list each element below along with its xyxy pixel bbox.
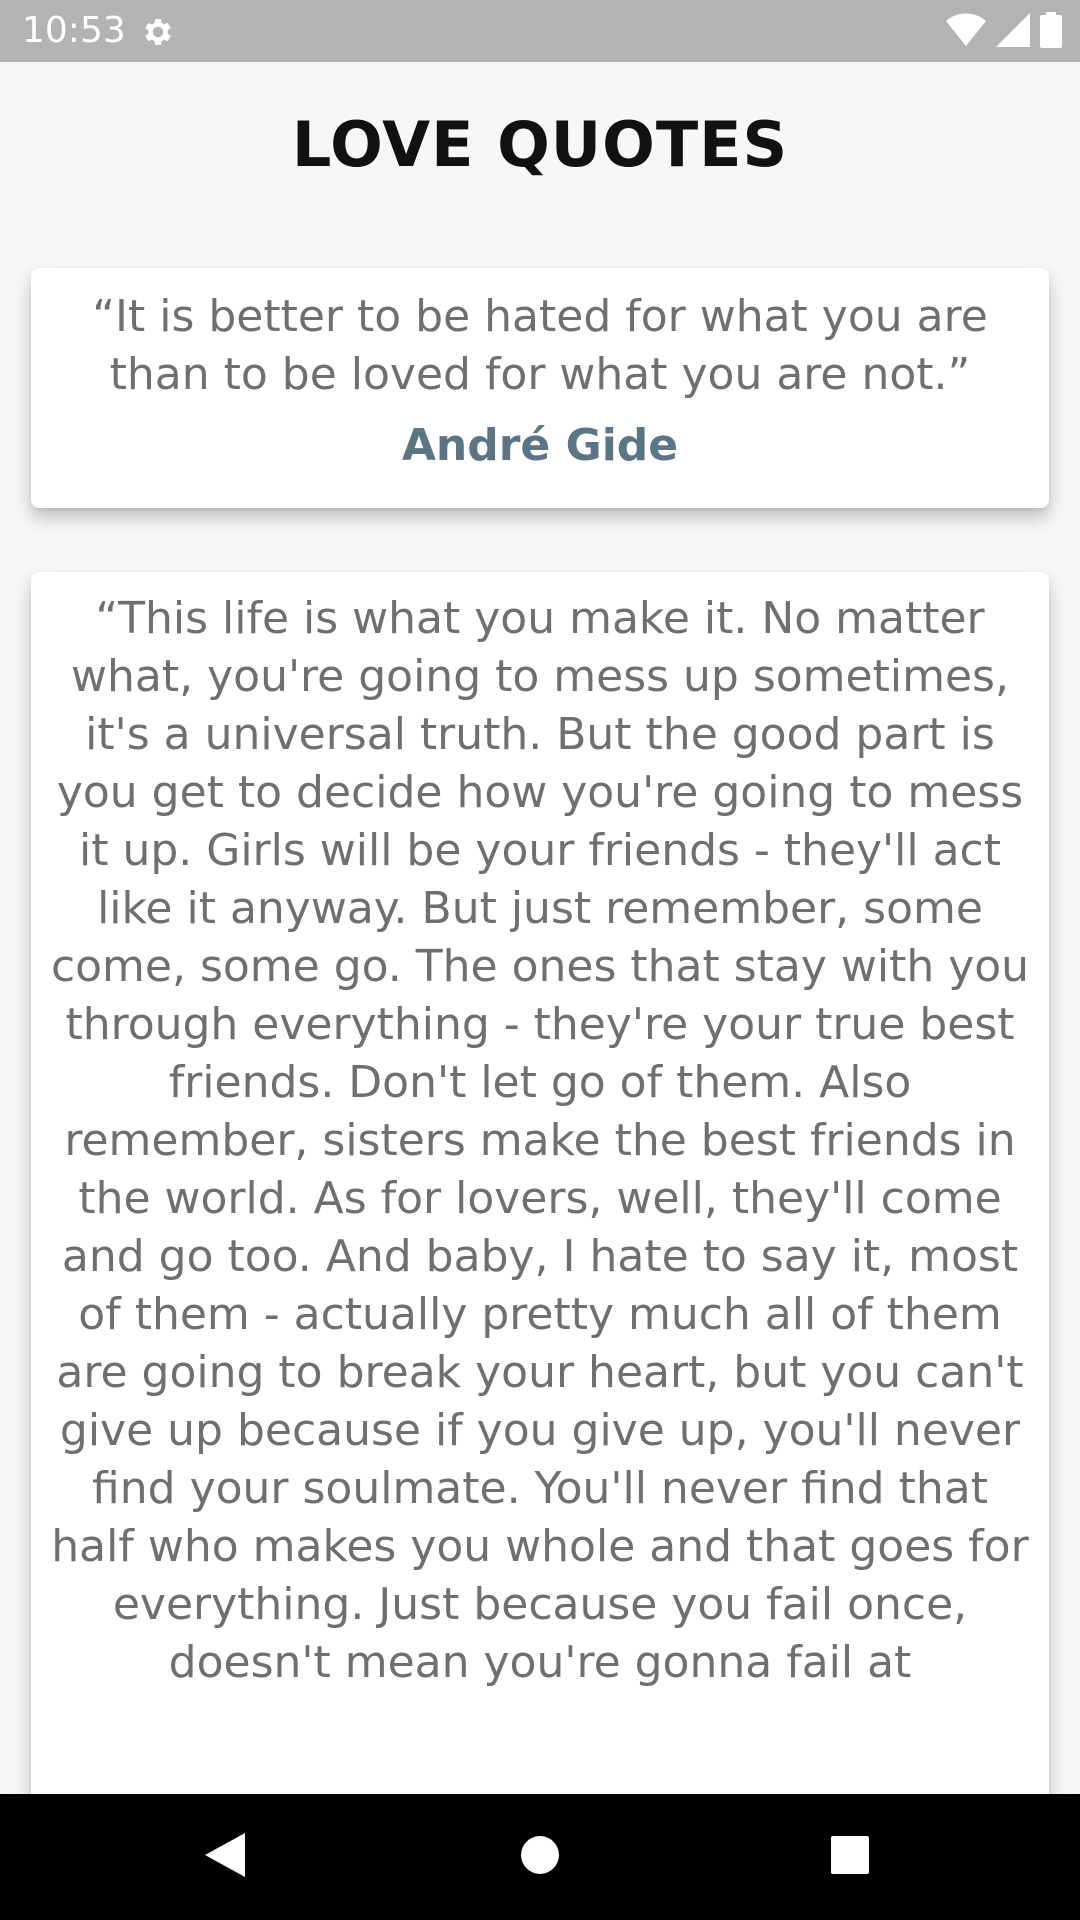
battery-icon: [1040, 12, 1062, 52]
wifi-icon: [946, 13, 986, 51]
app-content: LOVE QUOTES “It is better to be hated fo…: [0, 62, 1080, 1794]
navigation-bar: [0, 1794, 1080, 1920]
quote-card[interactable]: “It is better to be hated for what you a…: [31, 268, 1049, 508]
quote-text: “It is better to be hated for what you a…: [92, 291, 988, 400]
quote-author: André Gide: [401, 420, 679, 471]
settings-gear-icon: [140, 14, 176, 50]
quote-text: “This life is what you make it. No matte…: [50, 593, 1030, 1688]
home-icon: [520, 1835, 560, 1879]
status-icons: [946, 12, 1062, 52]
recents-button[interactable]: [817, 1824, 883, 1890]
recents-icon: [830, 1835, 870, 1879]
page-title: LOVE QUOTES: [291, 108, 789, 181]
status-bar: 10:53: [0, 0, 1080, 62]
back-icon: [205, 1833, 245, 1881]
cellular-signal-icon: [996, 13, 1030, 51]
back-button[interactable]: [192, 1824, 258, 1890]
quote-card[interactable]: “This life is what you make it. No matte…: [31, 572, 1049, 1794]
home-button[interactable]: [507, 1824, 573, 1890]
status-time: 10:53: [22, 10, 126, 51]
